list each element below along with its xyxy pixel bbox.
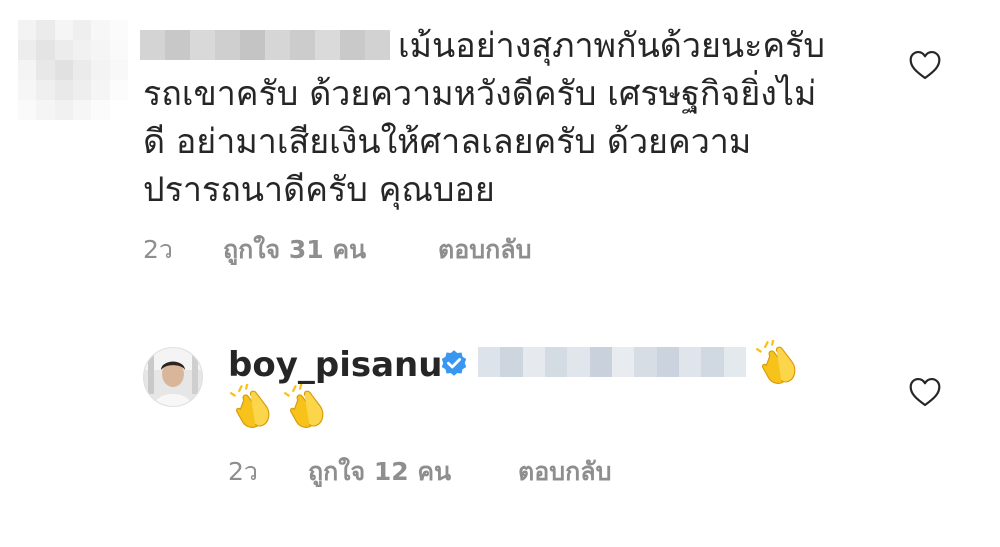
censored-mention [478, 347, 746, 377]
avatar[interactable] [143, 347, 203, 407]
heart-icon[interactable] [908, 50, 942, 80]
heart-icon[interactable] [908, 377, 942, 407]
comment-timestamp: 2ว [143, 235, 173, 264]
comment-1: เม้นอย่างสุภาพกันด้วยนะครับ รถเขาครับ ด้… [0, 0, 1000, 290]
comment-text: เม้นอย่างสุภาพกันด้วยนะครับ รถเขาครับ ด้… [143, 26, 825, 210]
clapping-hands-emoji [230, 384, 270, 428]
reply-button[interactable]: ตอบกลับ [438, 230, 531, 270]
comment-meta: 2ว ถูกใจ 12 คน ตอบกลับ [228, 452, 611, 492]
verified-badge-icon [441, 350, 467, 376]
reply-button[interactable]: ตอบกลับ [518, 452, 611, 492]
clapping-hands-emoji [284, 384, 324, 428]
comment-timestamp: 2ว [228, 457, 258, 486]
censored-avatar [18, 20, 128, 120]
clapping-hands-emoji [756, 340, 796, 384]
likes-count-link[interactable]: ถูกใจ 12 คน [308, 452, 518, 492]
likes-count-link[interactable]: ถูกใจ 31 คน [223, 230, 438, 270]
avatar-photo [144, 348, 202, 406]
username-link[interactable]: boy_pisanu [228, 343, 442, 387]
comment-meta: 2ว ถูกใจ 31 คน ตอบกลับ [143, 230, 531, 270]
